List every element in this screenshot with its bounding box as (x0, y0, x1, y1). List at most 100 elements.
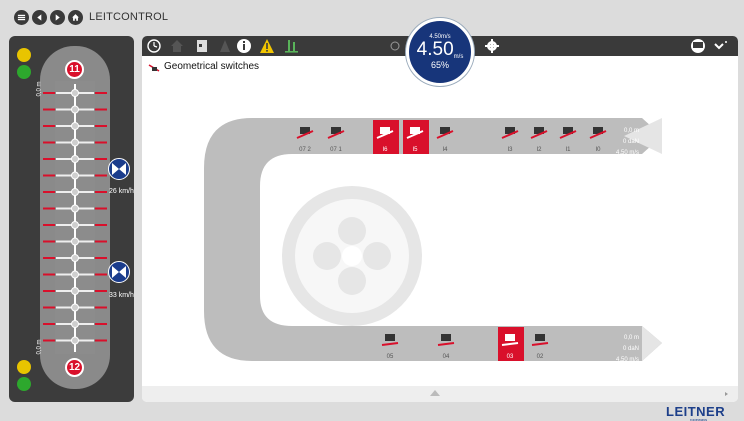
tower-right-mark (95, 108, 107, 111)
lower-readout-0: 0,0 m (624, 335, 639, 341)
cabin-marker-1[interactable] (108, 158, 130, 180)
upper-switch-label: 07 2 (299, 147, 311, 153)
user-button[interactable] (691, 39, 705, 53)
station-bottom-status-icon (17, 377, 31, 391)
tower-left-mark (43, 125, 55, 127)
tower-node[interactable] (71, 320, 79, 328)
cabin-icon (112, 163, 126, 175)
tower-node[interactable] (71, 89, 79, 97)
tower-left-mark (43, 174, 55, 177)
upper-switch-2[interactable]: I6 (373, 120, 399, 154)
cabin-speed-2: 33 km/h (109, 292, 134, 299)
tower-node[interactable] (71, 122, 79, 130)
app-window: LEITCONTROL 0,0 m 0,0 m 11 12 26 km/h 33… (0, 0, 744, 421)
tower-right-mark (95, 92, 107, 94)
tower-left-mark (43, 257, 55, 259)
tower-left-mark (43, 306, 55, 309)
upper-switch-label: I6 (382, 147, 388, 153)
speed-unit: m/s (453, 54, 464, 60)
antenna-tab-icon[interactable] (285, 40, 298, 53)
upper-switch-label: I3 (507, 147, 513, 153)
tower-left-mark (43, 290, 55, 292)
line-overview-panel: 0,0 m 0,0 m 11 12 26 km/h 33 km/h (9, 36, 134, 402)
tower-right-mark (95, 191, 107, 193)
upper-switch-label: I4 (442, 147, 448, 153)
main-panel: Geometrical switches 07 2 07 1 I6 I5 I4 I3 I2 I… (142, 36, 738, 402)
tower-node[interactable] (71, 336, 79, 345)
tower-node[interactable] (71, 221, 79, 229)
back-button[interactable] (32, 9, 47, 25)
speed-percent: 65% (430, 60, 449, 70)
tower-left-mark (43, 108, 55, 111)
bottom-strip (142, 386, 738, 402)
tower-right-mark (95, 273, 107, 276)
lower-switch-label: 03 (507, 354, 514, 360)
scroll-right-icon[interactable] (725, 392, 728, 396)
scroll-up-icon[interactable] (430, 390, 440, 396)
station-bottom-warning-icon (17, 360, 31, 374)
tower-left-mark (43, 339, 55, 342)
home-button[interactable] (68, 9, 83, 25)
tower-node[interactable] (71, 303, 79, 312)
tower-node[interactable] (71, 270, 79, 279)
station-bottom-badge[interactable]: 12 (65, 358, 84, 377)
upper-switch-label: I5 (412, 147, 418, 153)
tower-right-mark (95, 174, 107, 177)
tower-node[interactable] (71, 155, 79, 163)
line-towers-graphic (43, 84, 107, 352)
station-top-warning-icon (17, 48, 31, 62)
station-top-status-icon (17, 65, 31, 79)
warning-button[interactable] (260, 39, 274, 53)
settings-button[interactable] (485, 39, 499, 53)
station-top-badge[interactable]: 11 (65, 60, 84, 79)
tower-right-mark (95, 224, 107, 226)
tower-right-mark (95, 306, 107, 309)
station-bottom-number: 12 (68, 362, 81, 373)
tower-tab-icon[interactable] (220, 40, 230, 52)
top-bar: LEITCONTROL (0, 0, 744, 34)
tower-left-mark (43, 191, 55, 193)
tower-left-mark (43, 323, 55, 325)
line-track: 0,0 m 0,0 m (36, 46, 110, 389)
info-button[interactable] (237, 39, 251, 53)
cabin-icon (112, 266, 126, 278)
menu-button[interactable] (14, 9, 29, 25)
home-tab-icon[interactable] (171, 40, 183, 52)
tower-right-mark (95, 339, 107, 342)
tower-node[interactable] (71, 237, 79, 246)
lower-flow-arrow (642, 326, 662, 361)
tower-node[interactable] (71, 171, 79, 180)
lower-switch-2[interactable]: 03 (498, 327, 524, 361)
tower-node[interactable] (71, 105, 79, 114)
tower-node[interactable] (71, 138, 79, 147)
tower-node[interactable] (71, 204, 79, 213)
tower-right-mark (95, 207, 107, 210)
clock-button[interactable] (147, 39, 161, 53)
leitner-logo-subtitle: ropeways (690, 417, 708, 421)
tower-right-mark (95, 240, 107, 243)
tower-right-mark (95, 125, 107, 127)
document-tab-icon[interactable] (197, 40, 207, 52)
station-top-number: 11 (69, 64, 80, 75)
cabin-marker-2[interactable] (108, 261, 130, 283)
tower-node[interactable] (71, 287, 79, 295)
upper-switch-label: I2 (536, 147, 542, 153)
upper-readout-1: 0 daN (623, 139, 639, 145)
tower-node[interactable] (71, 254, 79, 262)
expand-chevron-icon[interactable] (714, 41, 727, 50)
tower-right-mark (95, 141, 107, 144)
cabin-speed-1: 26 km/h (109, 188, 134, 195)
forward-button[interactable] (50, 9, 65, 25)
upper-switch-3[interactable]: I5 (403, 120, 429, 154)
tower-left-mark (43, 240, 55, 243)
tower-right-mark (95, 290, 107, 292)
tower-left-mark (43, 207, 55, 210)
tower-node[interactable] (71, 188, 79, 196)
tower-left-mark (43, 141, 55, 144)
scale-bottom-label: 0,0 m (36, 339, 43, 355)
tower-left-mark (43, 158, 55, 160)
line-speed-badge[interactable]: 4.50m/s 4.50 m/s 65% (406, 18, 474, 86)
upper-switch-label: I1 (565, 147, 571, 153)
upper-readout-0: 0,0 m (624, 128, 639, 134)
lower-switch-label: 04 (443, 354, 450, 360)
